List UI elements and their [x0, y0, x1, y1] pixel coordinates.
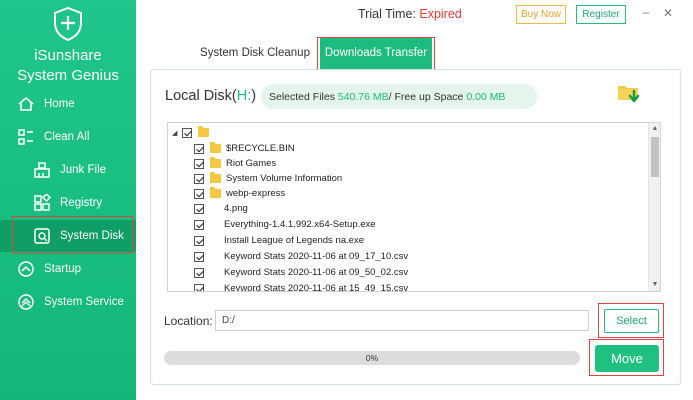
- checkbox[interactable]: [182, 127, 192, 138]
- clean-all-icon: [16, 127, 36, 147]
- scroll-down-icon[interactable]: ▼: [649, 279, 660, 291]
- registry-icon: [32, 193, 52, 213]
- tree-scrollbar[interactable]: ▲ ▼: [648, 123, 660, 291]
- folder-icon: [210, 187, 221, 198]
- sidebar-item-system-service[interactable]: System Service: [0, 286, 136, 318]
- scroll-thumb[interactable]: [651, 137, 659, 177]
- sidebar-item-label: Clean All: [44, 131, 90, 143]
- tree-row[interactable]: System Volume Information: [194, 171, 342, 186]
- tree-row[interactable]: 4.png: [194, 201, 248, 216]
- service-icon: [16, 292, 36, 312]
- free-space-value: 0.00 MB: [466, 90, 506, 103]
- local-disk-label: Local Disk(H:): [165, 88, 256, 104]
- sidebar-item-junk-file[interactable]: Junk File: [0, 154, 136, 186]
- tree-item-label: $RECYCLE.BIN: [226, 143, 295, 154]
- tree-row[interactable]: Everything-1.4.1.992.x64-Setup.exe: [194, 217, 376, 232]
- buy-now-button[interactable]: Buy Now: [516, 5, 566, 24]
- tree-item-label: webp-express: [226, 188, 286, 199]
- local-disk-prefix: Local Disk(: [165, 88, 237, 104]
- sidebar-item-label: Registry: [60, 197, 103, 209]
- startup-icon: [16, 259, 36, 279]
- selected-files-label: Selected Files: [269, 90, 335, 103]
- folder-icon: [210, 142, 221, 153]
- progress-bar: 0%: [164, 351, 580, 365]
- sidebar-item-startup[interactable]: Startup: [0, 253, 136, 285]
- disk-icon: [32, 226, 52, 246]
- app-name-line1: iSunshare: [34, 47, 102, 64]
- move-button[interactable]: Move: [595, 345, 659, 372]
- trial-label: Trial Time:: [358, 7, 420, 21]
- register-button[interactable]: Register: [576, 5, 626, 24]
- sidebar-item-label: Junk File: [60, 164, 107, 176]
- location-input[interactable]: [215, 310, 589, 331]
- file-tree: ◢ $RECYCLE.BIN Riot Games System Volume …: [167, 122, 661, 292]
- checkbox[interactable]: [194, 235, 204, 246]
- sidebar-item-registry[interactable]: Registry: [0, 187, 136, 219]
- tree-row[interactable]: $RECYCLE.BIN: [194, 141, 295, 156]
- shield-plus-icon: [54, 6, 82, 42]
- checkbox[interactable]: [194, 158, 204, 169]
- folder-icon: [210, 157, 221, 168]
- broom-icon: [32, 160, 52, 180]
- tree-row[interactable]: Install League of Legends na.exe: [194, 233, 364, 248]
- tree-row[interactable]: Keyword Stats 2020-11-06 at 09_17_10.csv: [194, 249, 408, 264]
- app-logo: iSunshare System Genius: [0, 6, 136, 85]
- drive-letter: H:: [236, 88, 252, 104]
- checkbox[interactable]: [194, 188, 204, 199]
- free-space-label: / Free up Space: [388, 90, 464, 103]
- tree-item-label: Riot Games: [226, 158, 277, 169]
- checkbox[interactable]: [194, 143, 204, 154]
- sidebar-item-label: System Disk: [60, 230, 124, 242]
- checkbox[interactable]: [194, 251, 204, 262]
- tree-item-label: Keyword Stats 2020-11-06 at 09_17_10.csv: [224, 251, 409, 262]
- sidebar-item-label: Home: [44, 98, 75, 110]
- close-button[interactable]: ✕: [661, 6, 675, 20]
- tree-item-label: Install League of Legends na.exe: [224, 235, 364, 246]
- trial-expired-text: Expired: [419, 7, 462, 21]
- tree-item-label: Everything-1.4.1.992.x64-Setup.exe: [224, 219, 376, 230]
- sidebar-item-clean-all[interactable]: Clean All: [0, 121, 136, 153]
- sidebar-item-home[interactable]: Home: [0, 88, 136, 120]
- folder-download-icon[interactable]: [616, 80, 642, 106]
- sidebar-item-label: System Service: [44, 296, 124, 308]
- tree-item-label: 4.png: [224, 203, 248, 214]
- select-button[interactable]: Select: [604, 309, 659, 333]
- location-label: Location:: [164, 314, 213, 328]
- tree-row[interactable]: Keyword Stats 2020-11-06 at 09_50_02.csv: [194, 265, 408, 280]
- checkbox[interactable]: [194, 283, 204, 291]
- sidebar-item-label: Startup: [44, 263, 82, 275]
- expand-arrow-icon[interactable]: ◢: [172, 129, 182, 137]
- tree-item-label: Keyword Stats 2020-11-06 at 09_50_02.csv: [224, 267, 409, 278]
- scroll-up-icon[interactable]: ▲: [649, 123, 660, 135]
- progress-text: 0%: [365, 353, 379, 363]
- home-icon: [16, 94, 36, 114]
- tree-row[interactable]: Keyword Stats 2020-11-06 at 15_49_15.csv: [194, 281, 409, 292]
- tree-item-label: Keyword Stats 2020-11-06 at 15_49_15.csv: [224, 283, 409, 292]
- tab-system-disk-cleanup[interactable]: System Disk Cleanup: [196, 37, 314, 69]
- selected-files-value: 540.76 MB: [337, 90, 389, 103]
- tab-downloads-transfer[interactable]: Downloads Transfer: [320, 37, 432, 69]
- sidebar: iSunshare System Genius Home Clean All J…: [0, 0, 136, 400]
- trial-status: Trial Time: Expired: [358, 7, 462, 21]
- tree-item-label: System Volume Information: [226, 173, 343, 184]
- selection-summary: Selected Files 540.76 MB / Free up Space…: [261, 84, 537, 109]
- folder-icon: [198, 126, 209, 137]
- folder-icon: [210, 172, 221, 183]
- tree-row[interactable]: Riot Games: [194, 156, 276, 171]
- tree-root-row[interactable]: ◢: [172, 125, 214, 140]
- checkbox[interactable]: [194, 219, 204, 230]
- checkbox[interactable]: [194, 203, 204, 214]
- app-name-line2: System Genius: [17, 67, 119, 84]
- minimize-button[interactable]: −: [639, 6, 653, 20]
- checkbox[interactable]: [194, 173, 204, 184]
- checkbox[interactable]: [194, 267, 204, 278]
- sidebar-item-system-disk[interactable]: System Disk: [0, 220, 136, 252]
- tree-row[interactable]: webp-express: [194, 186, 285, 201]
- local-disk-suffix: ): [251, 88, 257, 104]
